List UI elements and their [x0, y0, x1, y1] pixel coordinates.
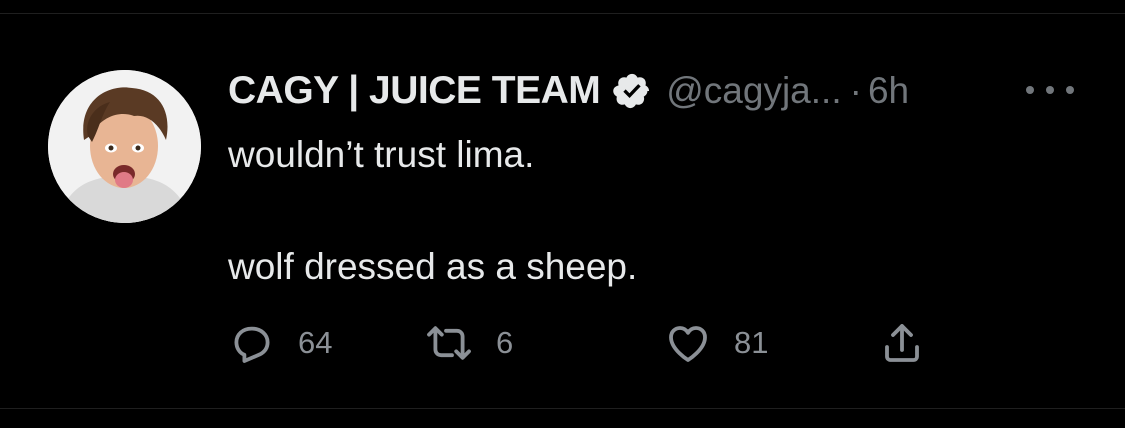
heart-icon — [664, 319, 712, 367]
retweet-icon — [424, 319, 474, 367]
tweet-header: CAGY | JUICE TEAM @cagyja... · 6h — [228, 66, 909, 116]
top-divider — [0, 13, 1125, 14]
like-button[interactable]: 81 — [664, 318, 768, 368]
more-dot — [1046, 86, 1054, 94]
retweet-count: 6 — [496, 325, 514, 360]
reply-icon — [228, 319, 276, 367]
tweet-actions: 64 6 81 — [228, 318, 1028, 368]
separator-dot: · — [849, 70, 862, 111]
display-name[interactable]: CAGY | JUICE TEAM — [228, 69, 601, 113]
tweet-text-line: wolf dressed as a sheep. — [228, 246, 638, 287]
tweet-text-line: wouldn’t trust lima. — [228, 134, 535, 175]
more-dot — [1026, 86, 1034, 94]
bottom-divider — [0, 408, 1125, 409]
like-count: 81 — [734, 325, 769, 360]
more-dot — [1066, 86, 1074, 94]
reply-count: 64 — [298, 325, 333, 360]
share-icon — [878, 319, 926, 367]
avatar[interactable] — [48, 70, 201, 223]
retweet-button[interactable]: 6 — [424, 318, 513, 368]
author-handle[interactable]: @cagyja... — [666, 70, 841, 112]
share-button[interactable] — [878, 318, 926, 368]
tweet-text: wouldn’t trust lima. wolf dressed as a s… — [228, 127, 1078, 295]
verified-badge-icon — [612, 71, 652, 111]
more-icon[interactable] — [1026, 80, 1074, 100]
reply-button[interactable]: 64 — [228, 318, 332, 368]
tweet-timestamp[interactable]: 6h — [868, 70, 909, 112]
